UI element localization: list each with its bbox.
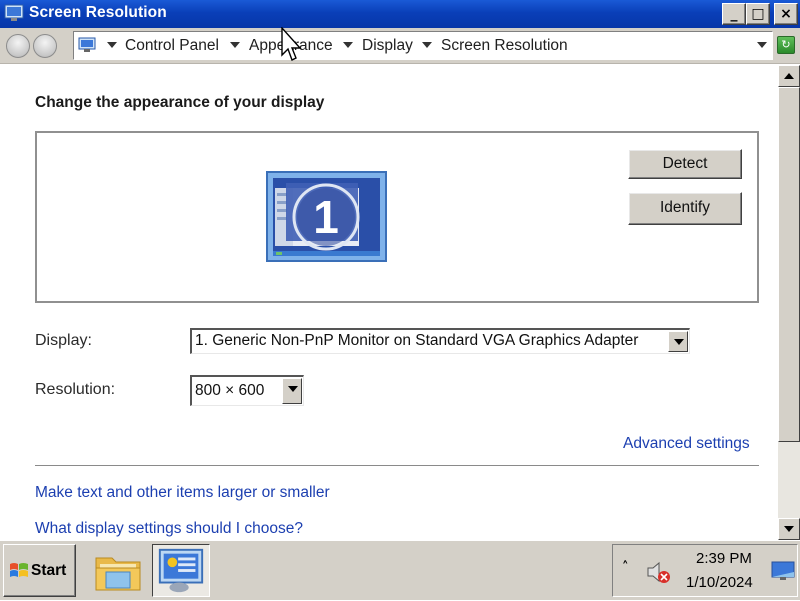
title-bar[interactable]: Screen Resolution _ □ ×	[0, 0, 800, 28]
chevron-down-icon[interactable]	[668, 331, 688, 352]
main-content: Change the appearance of your display 1 …	[0, 65, 778, 540]
start-label: Start	[31, 562, 67, 579]
display-icon	[4, 4, 24, 21]
monitor-panel: 1 Detect Identify	[35, 131, 759, 303]
show-desktop-icon[interactable]	[771, 560, 795, 582]
chevron-down-icon[interactable]	[282, 378, 302, 404]
maximize-button[interactable]: □	[746, 3, 770, 25]
breadcrumb-appearance[interactable]: Appearance	[249, 37, 333, 55]
detect-button[interactable]: Detect	[628, 149, 742, 179]
screen-resolution-window: Screen Resolution _ □ × Control Panel Ap…	[0, 0, 800, 540]
taskbar-display-settings[interactable]	[152, 544, 210, 597]
clock-time[interactable]: 2:39 PM	[696, 550, 752, 567]
display-label: Display:	[35, 332, 92, 349]
display-select[interactable]: 1. Generic Non-PnP Monitor on Standard V…	[190, 328, 690, 354]
forward-button[interactable]	[33, 34, 57, 58]
advanced-settings-link[interactable]: Advanced settings	[623, 435, 750, 453]
display-select-value: 1. Generic Non-PnP Monitor on Standard V…	[195, 332, 639, 349]
breadcrumb-arrow-icon[interactable]	[107, 42, 117, 48]
clock-date[interactable]: 1/10/2024	[686, 574, 753, 591]
text-size-link[interactable]: Make text and other items larger or smal…	[35, 484, 330, 502]
vertical-scrollbar[interactable]	[778, 65, 800, 540]
file-explorer-icon	[95, 557, 141, 591]
minimize-button[interactable]: _	[722, 3, 746, 25]
resolution-label: Resolution:	[35, 381, 116, 398]
monitor-number: 1	[313, 191, 339, 243]
monitor-icon[interactable]: 1	[266, 171, 387, 262]
breadcrumb[interactable]: Control Panel Appearance Display Screen …	[73, 31, 773, 60]
scroll-thumb[interactable]	[778, 87, 800, 442]
resolution-select[interactable]: 800 × 600	[190, 375, 304, 406]
taskbar-file-explorer[interactable]	[90, 544, 148, 597]
address-bar: Control Panel Appearance Display Screen …	[0, 28, 800, 64]
address-dropdown-icon[interactable]	[757, 42, 767, 48]
close-button[interactable]: ×	[774, 3, 798, 25]
show-hidden-icons-icon[interactable]: ˄	[622, 560, 629, 575]
page-title: Change the appearance of your display	[35, 94, 325, 111]
control-panel-icon	[78, 37, 96, 52]
breadcrumb-display[interactable]: Display	[362, 37, 413, 55]
breadcrumb-arrow-icon[interactable]	[422, 42, 432, 48]
resolution-select-value: 800 × 600	[195, 382, 265, 399]
volume-muted-icon[interactable]	[645, 559, 673, 585]
windows-logo-icon	[10, 563, 28, 577]
breadcrumb-control-panel[interactable]: Control Panel	[125, 37, 219, 55]
display-help-link[interactable]: What display settings should I choose?	[35, 520, 303, 538]
divider	[35, 465, 759, 467]
taskbar: Start ˄ 2:39 PM 1/10/2024	[0, 540, 800, 600]
breadcrumb-arrow-icon[interactable]	[230, 42, 240, 48]
start-button[interactable]: Start	[3, 544, 76, 597]
refresh-icon[interactable]: ↻	[777, 36, 795, 54]
back-button[interactable]	[6, 34, 30, 58]
display-settings-icon	[158, 548, 204, 593]
breadcrumb-arrow-icon[interactable]	[343, 42, 353, 48]
window-title: Screen Resolution	[29, 4, 167, 21]
breadcrumb-screen-resolution[interactable]: Screen Resolution	[441, 37, 568, 55]
scroll-up-button[interactable]	[778, 65, 800, 87]
identify-button[interactable]: Identify	[628, 192, 742, 225]
scroll-down-button[interactable]	[778, 518, 800, 540]
system-tray: ˄ 2:39 PM 1/10/2024	[612, 544, 798, 597]
